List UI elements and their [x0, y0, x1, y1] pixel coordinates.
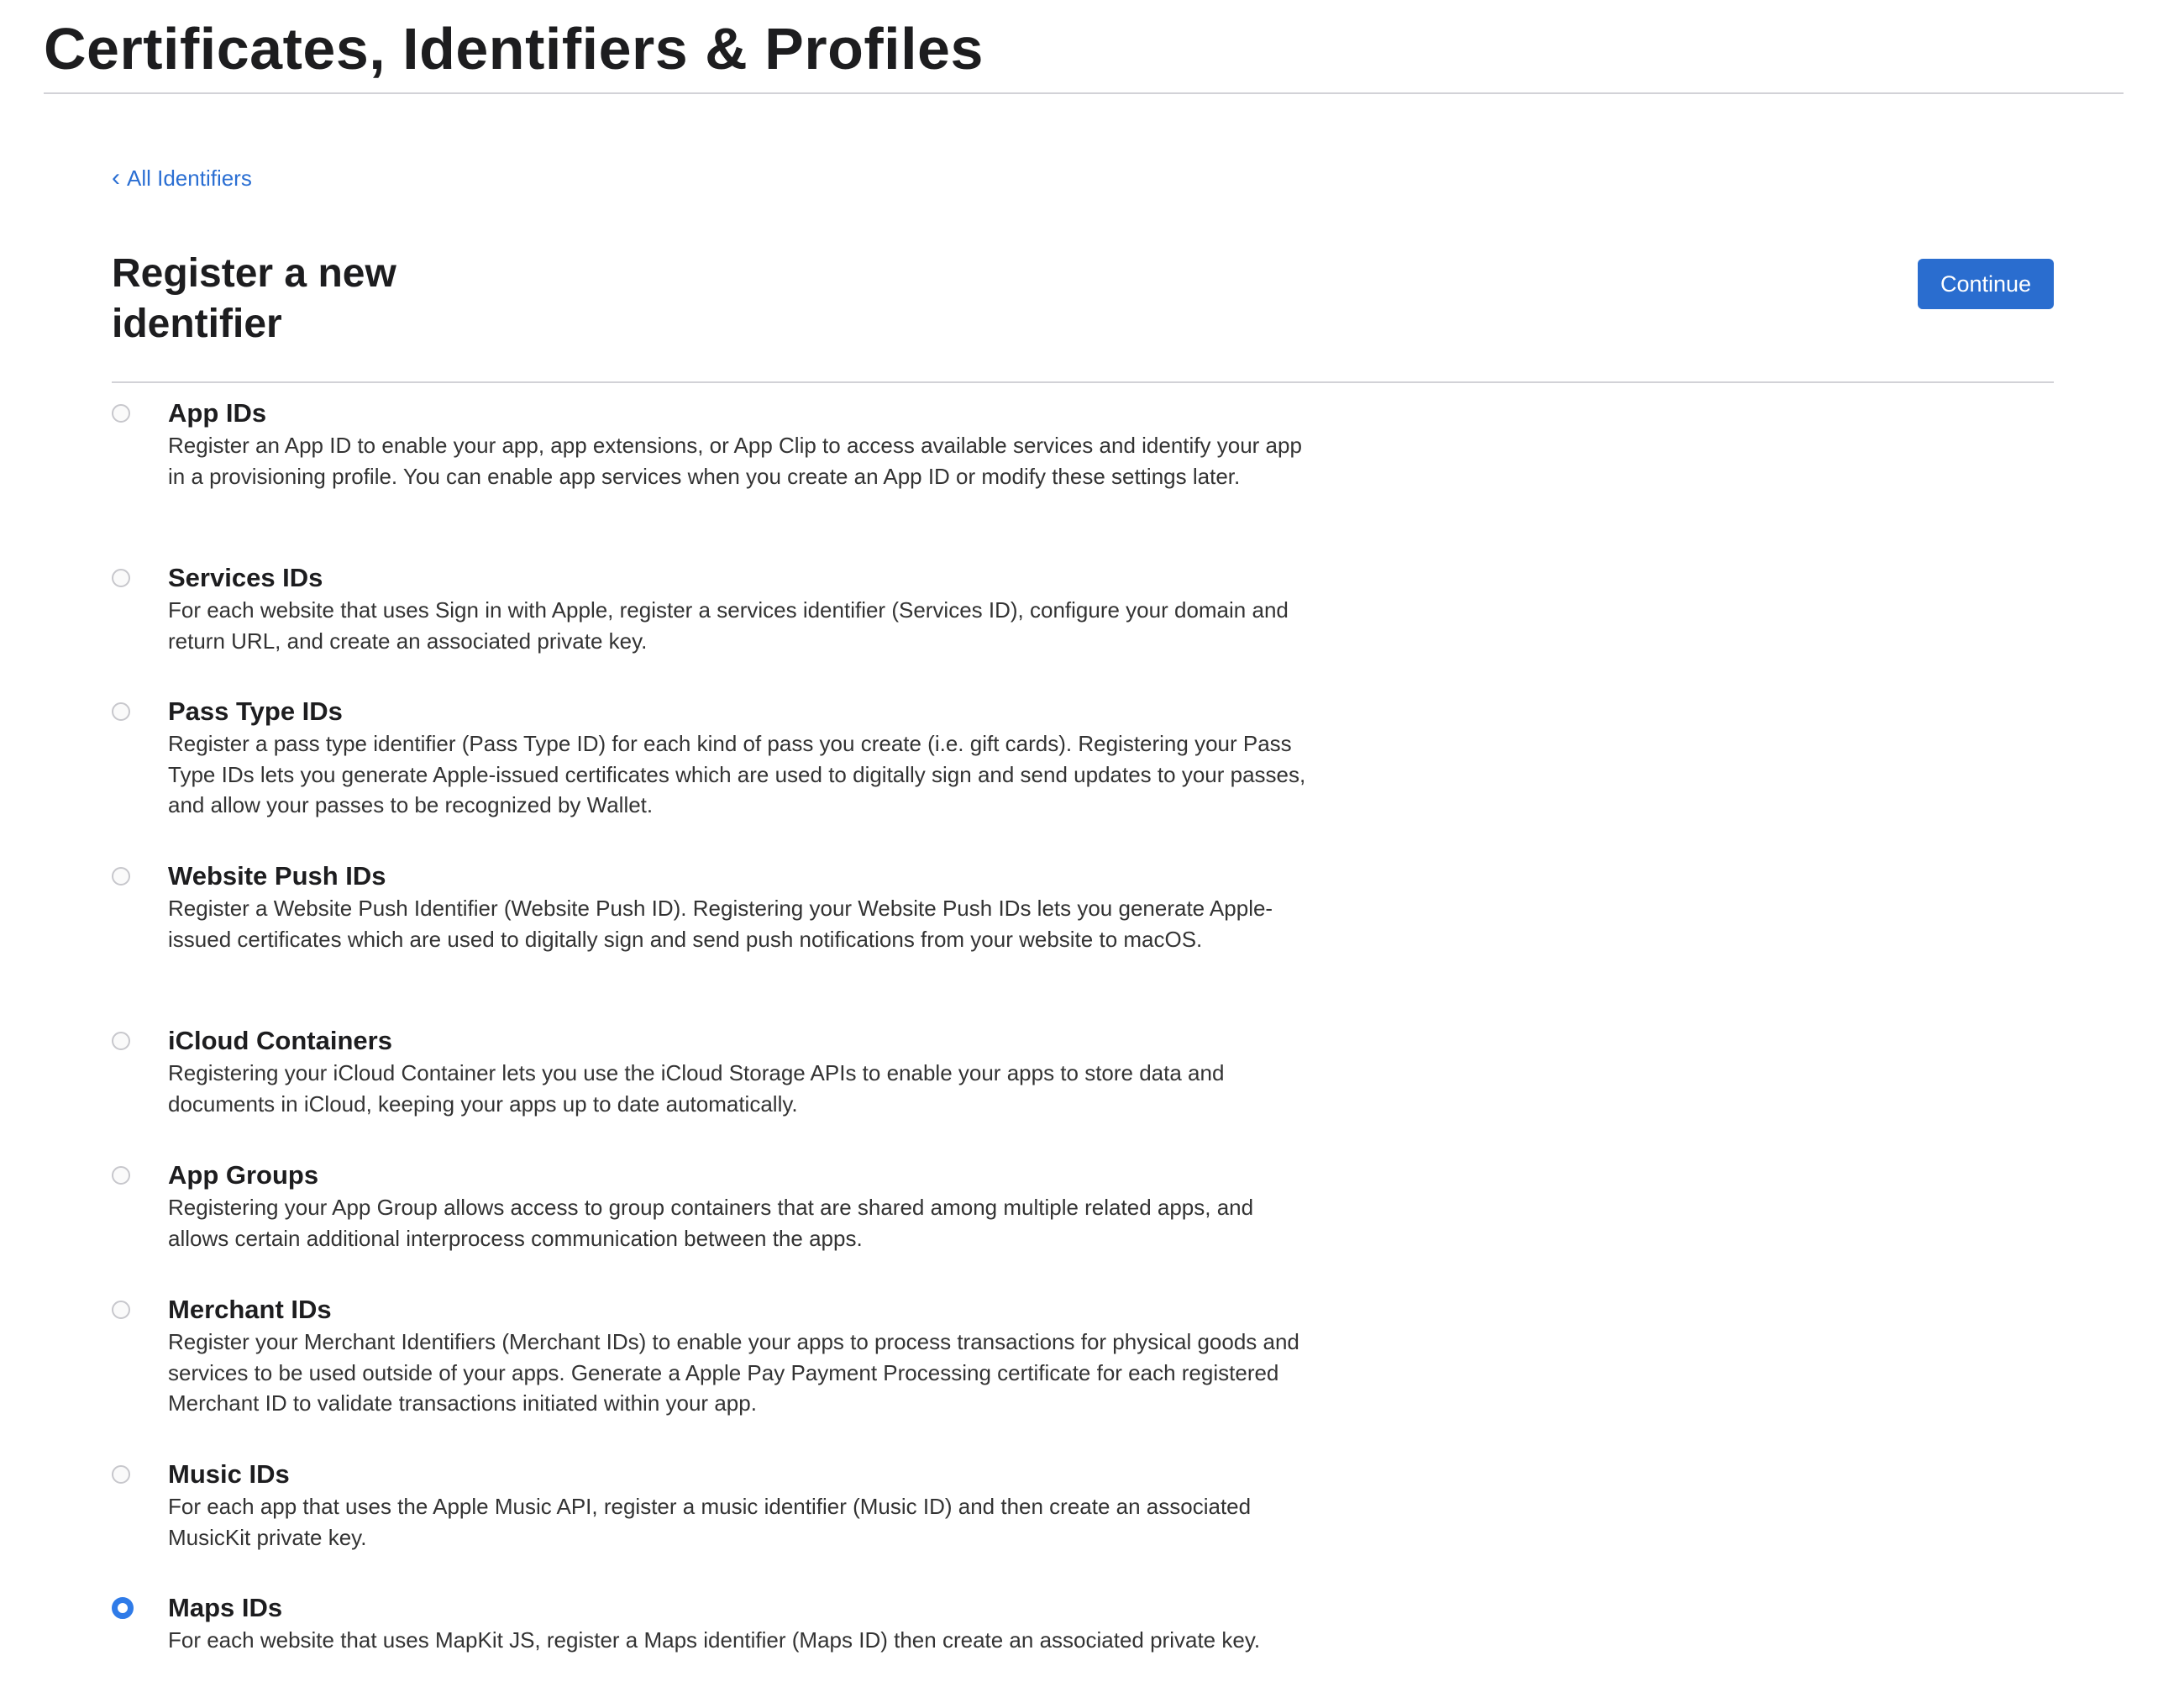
section-title: Register a new identifier [112, 251, 396, 346]
page-header: Certificates, Identifiers & Profiles [44, 16, 2124, 94]
option-description: Register a pass type identifier (Pass Ty… [168, 731, 1306, 817]
option-title: Services IDs [168, 563, 323, 592]
icloud-containers-radio[interactable] [112, 1032, 130, 1050]
option-description: Register a Website Push Identifier (Webs… [168, 896, 1273, 952]
option-description: For each website that uses Sign in with … [168, 597, 1289, 654]
continue-button[interactable]: Continue [1918, 259, 2054, 309]
section-header: Register a new identifier Continue [112, 192, 2054, 383]
option-description: Register an App ID to enable your app, a… [168, 433, 1302, 489]
option-description: Register your Merchant Identifiers (Merc… [168, 1329, 1299, 1416]
services-ids-radio[interactable] [112, 569, 130, 587]
option-title: Maps IDs [168, 1593, 283, 1622]
website-push-ids-radio[interactable] [112, 867, 130, 886]
option-title: Website Push IDs [168, 861, 386, 891]
music-ids-radio[interactable] [112, 1465, 130, 1484]
option-description: For each website that uses MapKit JS, re… [168, 1627, 1261, 1653]
app-groups-radio[interactable] [112, 1166, 130, 1185]
app-ids-radio[interactable] [112, 404, 130, 423]
back-link-label: All Identifiers [127, 166, 252, 191]
merchant-ids-radio[interactable] [112, 1301, 130, 1319]
maps-ids-radio[interactable] [112, 1597, 134, 1619]
option-title: iCloud Containers [168, 1026, 392, 1055]
option-title: Merchant IDs [168, 1295, 332, 1324]
pass-type-ids-radio[interactable] [112, 702, 130, 721]
option-title: Pass Type IDs [168, 696, 343, 726]
option-description: Registering your iCloud Container lets y… [168, 1060, 1225, 1117]
option-title: App IDs [168, 398, 267, 428]
option-description: Registering your App Group allows access… [168, 1195, 1254, 1251]
chevron-left-icon: ‹ [112, 164, 120, 192]
main-content: ‹ All Identifiers Register a new identif… [112, 165, 2054, 1653]
option-title: Music IDs [168, 1459, 290, 1489]
option-description: For each app that uses the Apple Music A… [168, 1494, 1252, 1550]
all-identifiers-link[interactable]: ‹ All Identifiers [112, 165, 252, 192]
page-title: Certificates, Identifiers & Profiles [44, 16, 984, 81]
option-title: App Groups [168, 1160, 319, 1190]
